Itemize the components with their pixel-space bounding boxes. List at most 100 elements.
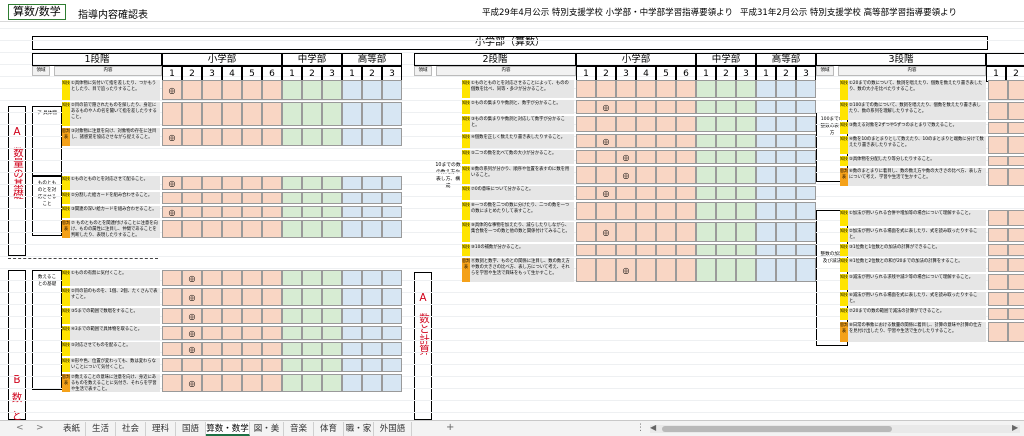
grade-cell[interactable] — [322, 192, 342, 204]
grade-cell[interactable] — [242, 192, 262, 204]
grade-cell[interactable] — [716, 244, 736, 256]
grade-cell[interactable] — [202, 192, 222, 204]
grade-cell[interactable] — [362, 270, 382, 286]
grade-cell[interactable] — [1008, 292, 1024, 306]
grade-cell[interactable] — [576, 116, 596, 132]
grade-cell[interactable] — [322, 80, 342, 100]
grade-cell[interactable] — [202, 128, 222, 146]
spreadsheet-grid[interactable]: 小学部（算数） A 数量の基礎 ア 具体物 ものとものとを対応させること 数える… — [0, 22, 1024, 420]
grade-cell[interactable] — [696, 222, 716, 242]
grade-cell[interactable] — [696, 116, 716, 132]
grade-cell[interactable] — [222, 374, 242, 392]
grade-cell[interactable] — [262, 374, 282, 392]
grade-cell[interactable] — [576, 134, 596, 148]
grade-cell[interactable] — [576, 222, 596, 242]
grade-cell[interactable] — [282, 206, 302, 218]
scroll-right-arrow[interactable]: ▶ — [1012, 423, 1018, 432]
grade-cell[interactable] — [696, 186, 716, 200]
grade-cell[interactable] — [756, 222, 776, 242]
grade-cell[interactable] — [616, 202, 636, 220]
grade-cell[interactable] — [342, 80, 362, 100]
grade-cell[interactable] — [202, 176, 222, 190]
grade-cell[interactable] — [796, 186, 816, 200]
grade-cell[interactable] — [302, 102, 322, 126]
grade-cell[interactable] — [382, 342, 402, 356]
grade-cell[interactable] — [656, 202, 676, 220]
grade-cell[interactable] — [262, 288, 282, 306]
grade-cell[interactable] — [182, 358, 202, 372]
grade-cell[interactable] — [1008, 210, 1024, 226]
grade-cell[interactable] — [322, 102, 342, 126]
grade-cell[interactable] — [1008, 258, 1024, 272]
sheet-tab[interactable]: 算数・数学 — [206, 422, 250, 436]
grade-cell[interactable] — [342, 128, 362, 146]
grade-cell[interactable] — [988, 258, 1008, 272]
grade-cell[interactable] — [382, 308, 402, 324]
grade-cell[interactable] — [736, 258, 756, 282]
grade-cell[interactable] — [776, 100, 796, 114]
grade-cell[interactable] — [342, 176, 362, 190]
grade-cell[interactable] — [736, 186, 756, 200]
grade-cell[interactable] — [776, 202, 796, 220]
grade-cell[interactable] — [696, 150, 716, 164]
grade-cell[interactable] — [676, 100, 696, 114]
grade-cell[interactable] — [242, 80, 262, 100]
grade-cell[interactable] — [302, 374, 322, 392]
grade-cell[interactable] — [262, 176, 282, 190]
grade-cell[interactable] — [616, 244, 636, 256]
grade-cell[interactable] — [576, 80, 596, 98]
grade-cell[interactable] — [262, 192, 282, 204]
grade-cell[interactable] — [1008, 122, 1024, 134]
grade-cell[interactable] — [342, 326, 362, 340]
grade-cell[interactable] — [382, 288, 402, 306]
add-sheet-button[interactable]: + — [446, 422, 454, 433]
grade-cell[interactable] — [776, 258, 796, 282]
grade-cell[interactable] — [242, 288, 262, 306]
grade-cell[interactable] — [756, 244, 776, 256]
grade-cell[interactable] — [736, 100, 756, 114]
grade-cell[interactable] — [262, 128, 282, 146]
grade-cell[interactable] — [988, 228, 1008, 242]
grade-cell[interactable] — [1008, 80, 1024, 100]
grade-cell[interactable] — [182, 192, 202, 204]
grade-cell[interactable] — [342, 220, 362, 238]
grade-cell[interactable] — [636, 244, 656, 256]
grade-cell[interactable] — [382, 192, 402, 204]
grade-cell[interactable] — [988, 210, 1008, 226]
grade-cell[interactable] — [162, 288, 182, 306]
sheet-tab[interactable]: 職・家 — [344, 422, 374, 436]
scroll-left-arrow[interactable]: ◀ — [650, 423, 656, 432]
grade-cell[interactable] — [282, 358, 302, 372]
grade-cell[interactable] — [182, 128, 202, 146]
grade-cell[interactable] — [202, 308, 222, 324]
grade-cell[interactable] — [222, 206, 242, 218]
grade-cell[interactable] — [756, 202, 776, 220]
grade-cell[interactable] — [382, 270, 402, 286]
grade-cell[interactable] — [596, 244, 616, 256]
grade-cell[interactable] — [636, 222, 656, 242]
grade-cell[interactable] — [756, 100, 776, 114]
grade-cell[interactable] — [576, 244, 596, 256]
grade-cell[interactable] — [756, 166, 776, 184]
grade-cell[interactable] — [382, 374, 402, 392]
grade-cell[interactable] — [596, 80, 616, 98]
grade-cell[interactable] — [242, 128, 262, 146]
grade-cell[interactable] — [756, 80, 776, 98]
grade-cell[interactable] — [362, 326, 382, 340]
grade-cell[interactable] — [616, 116, 636, 132]
grade-cell[interactable] — [1008, 136, 1024, 154]
grade-cell[interactable] — [162, 342, 182, 356]
grade-cell[interactable] — [616, 186, 636, 200]
grade-cell[interactable] — [242, 102, 262, 126]
grade-cell[interactable] — [796, 150, 816, 164]
grade-cell[interactable] — [796, 222, 816, 242]
grade-cell[interactable] — [322, 358, 342, 372]
grade-cell[interactable] — [222, 102, 242, 126]
grade-cell[interactable] — [988, 102, 1008, 120]
grade-cell[interactable] — [342, 206, 362, 218]
grade-cell[interactable] — [1008, 228, 1024, 242]
grade-cell[interactable] — [776, 134, 796, 148]
grade-cell[interactable] — [382, 80, 402, 100]
grade-cell[interactable] — [736, 134, 756, 148]
grade-cell[interactable] — [222, 220, 242, 238]
